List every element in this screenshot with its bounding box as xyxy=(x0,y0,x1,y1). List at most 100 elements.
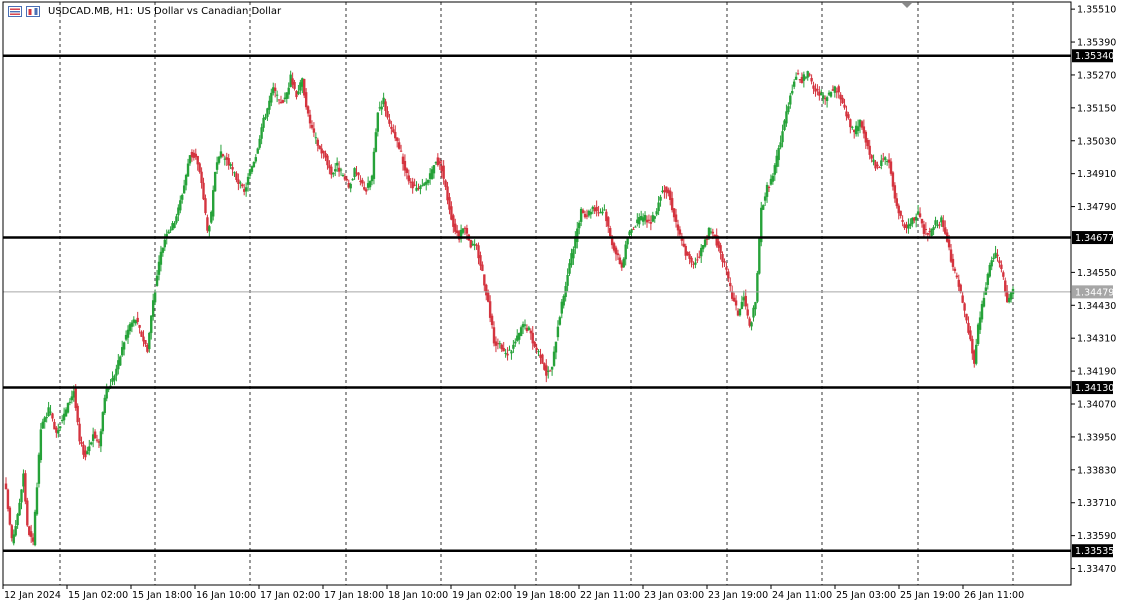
x-tick-label: 19 Jan 18:00 xyxy=(516,590,576,601)
candle-body xyxy=(698,256,701,258)
candle xyxy=(436,153,440,167)
candle xyxy=(938,221,941,229)
y-tick-label: 1.34190 xyxy=(1077,367,1116,378)
candle-body xyxy=(93,431,97,439)
candle-body xyxy=(461,228,465,233)
candle-body xyxy=(601,211,604,214)
candle xyxy=(684,243,687,260)
candle-body xyxy=(12,534,15,544)
candle-body xyxy=(186,163,190,177)
candle-body xyxy=(918,213,922,218)
candle xyxy=(595,200,598,217)
candle-body xyxy=(649,222,653,224)
x-tick-label: 23 Jan 03:00 xyxy=(644,590,704,601)
candle-body xyxy=(899,210,902,216)
candle-body xyxy=(777,147,780,161)
candle-body xyxy=(889,161,893,174)
candle xyxy=(90,441,93,446)
y-tick-label: 1.35030 xyxy=(1077,136,1116,147)
one-click-trading-icon[interactable] xyxy=(26,6,40,17)
candle-body xyxy=(235,173,238,180)
candle-body xyxy=(506,353,509,356)
candle xyxy=(256,147,259,154)
candle-body xyxy=(351,179,354,181)
candle xyxy=(213,171,217,192)
candle-body xyxy=(198,163,201,172)
candle xyxy=(119,355,122,366)
candle-body xyxy=(16,514,19,526)
candle xyxy=(353,167,356,180)
candle-body xyxy=(277,99,281,101)
candle-body xyxy=(275,94,279,96)
candle-body xyxy=(179,200,182,211)
candle xyxy=(914,213,918,228)
candle xyxy=(825,95,829,108)
candle-body xyxy=(1004,280,1007,292)
candle xyxy=(756,270,759,304)
candle xyxy=(961,291,964,304)
candle-body xyxy=(322,150,325,154)
candle-body xyxy=(310,124,314,128)
candle xyxy=(810,74,813,85)
candle-body xyxy=(595,206,598,212)
candle xyxy=(750,321,753,331)
candle-body xyxy=(998,260,1001,264)
candle-body xyxy=(432,165,436,174)
candle-body xyxy=(399,150,403,152)
candle-body xyxy=(273,87,277,92)
candle-body xyxy=(694,262,697,265)
x-tick-label: 17 Jan 18:00 xyxy=(324,590,384,601)
candle-body xyxy=(254,157,258,162)
list-icon[interactable] xyxy=(8,6,22,17)
x-tick-label: 15 Jan 02:00 xyxy=(68,590,128,601)
candle xyxy=(864,130,868,149)
candle-body xyxy=(395,137,399,141)
candle-body xyxy=(380,106,383,110)
candle-body xyxy=(115,368,118,376)
candle-body xyxy=(316,139,319,146)
candle xyxy=(219,144,223,159)
candle-body xyxy=(643,214,647,221)
candle-body xyxy=(161,247,165,253)
candle-body xyxy=(721,253,724,262)
candle-body xyxy=(335,162,339,166)
candle-body xyxy=(74,388,77,409)
candle-body xyxy=(552,351,556,366)
candle-body xyxy=(961,295,964,303)
level-price-label: 1.33535 xyxy=(1075,546,1114,557)
y-tick-label: 1.33950 xyxy=(1077,432,1116,443)
candle-body xyxy=(20,489,23,503)
candle-body xyxy=(729,282,732,287)
candle-body xyxy=(49,411,52,413)
candle-body xyxy=(239,182,242,184)
candle-body xyxy=(837,86,840,93)
candle-body xyxy=(181,194,184,200)
y-tick-label: 1.33830 xyxy=(1077,465,1116,476)
candle xyxy=(241,183,244,189)
candlestick-chart[interactable]: 12 Jan 2024 15 Jan 02:00 15 Jan 18:00 16 Ja… xyxy=(0,0,1125,603)
candle xyxy=(8,505,12,526)
candle-body xyxy=(57,430,60,434)
candle-body xyxy=(647,219,651,221)
candle-body xyxy=(630,229,633,233)
candle-body xyxy=(318,145,321,149)
candle-body xyxy=(76,405,79,423)
candle-body xyxy=(39,429,43,461)
candle-body xyxy=(734,300,738,306)
candle xyxy=(506,347,509,361)
candle xyxy=(965,313,968,324)
candle-body xyxy=(696,259,699,261)
candle-body xyxy=(535,347,538,351)
candle xyxy=(24,470,27,505)
candle-body xyxy=(955,275,959,278)
candle-body xyxy=(175,216,178,223)
grid-lines xyxy=(59,2,1014,585)
shift-marker-icon[interactable] xyxy=(902,3,912,8)
candle xyxy=(101,411,105,435)
candle-body xyxy=(880,160,883,166)
candle xyxy=(934,216,937,229)
candle-body xyxy=(806,71,809,78)
candle-body xyxy=(965,313,968,321)
y-tick-label: 1.35510 xyxy=(1077,5,1116,16)
y-tick-label: 1.33590 xyxy=(1077,531,1116,542)
